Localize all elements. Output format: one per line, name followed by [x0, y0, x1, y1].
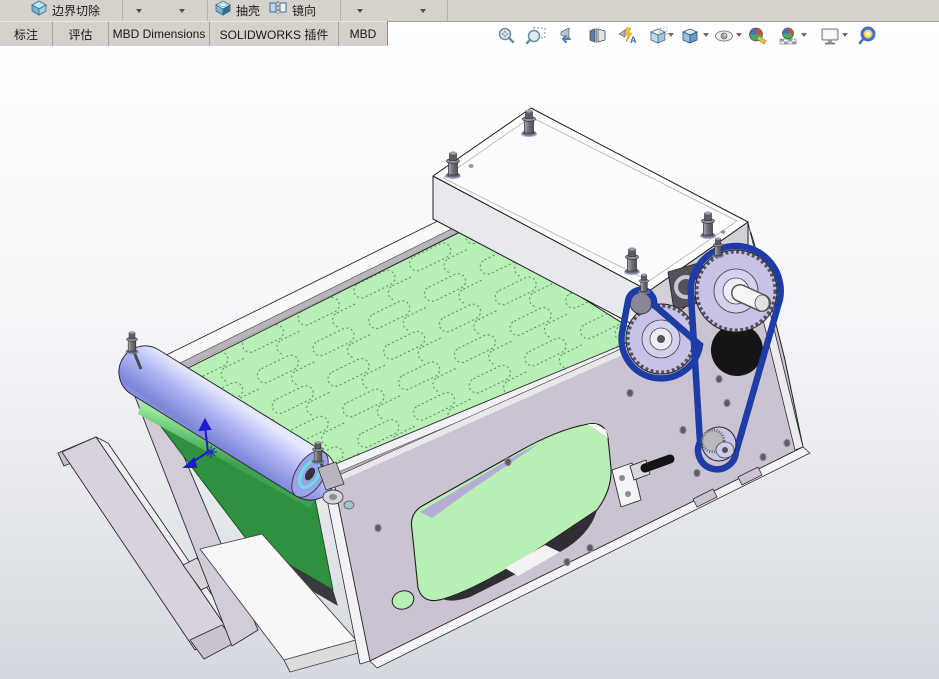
- dropdown-caret[interactable]: [420, 9, 426, 13]
- tab-mbd[interactable]: MBD: [339, 21, 387, 46]
- apply-scene-icon[interactable]: [776, 25, 800, 47]
- toolbar-separator: [122, 0, 123, 21]
- commandmanager-tabs: 标注 评估 MBD Dimensions SOLIDWORKS 插件 MBD: [0, 21, 388, 46]
- display-style-icon[interactable]: [678, 25, 702, 47]
- display-style-caret[interactable]: [703, 33, 709, 37]
- view-settings-caret[interactable]: [842, 33, 848, 37]
- boundary-cut-icon[interactable]: [30, 0, 48, 21]
- dynamic-annotation-views-icon[interactable]: A: [616, 25, 640, 47]
- boundary-cut-label[interactable]: 边界切除: [52, 2, 100, 19]
- graphics-area[interactable]: [0, 21, 939, 679]
- view-settings-icon[interactable]: [818, 25, 842, 47]
- mirror-label[interactable]: 镜向: [292, 2, 316, 19]
- zoom-to-fit-icon[interactable]: [494, 25, 518, 47]
- hide-show-items-caret[interactable]: [736, 33, 742, 37]
- mirror-icon[interactable]: [268, 0, 288, 21]
- tab-evaluate[interactable]: 评估: [53, 21, 109, 46]
- shell-icon[interactable]: [214, 0, 232, 21]
- view-orientation-icon[interactable]: [646, 25, 670, 47]
- apply-scene-caret[interactable]: [801, 33, 807, 37]
- magnifying-glass-icon[interactable]: [856, 25, 880, 47]
- feature-toolbar: 边界切除 抽壳 镜向: [0, 0, 939, 22]
- solidworks-window: 边界切除 抽壳 镜向 标注 评估 MBD Dimensions SOLIDWOR…: [0, 0, 939, 679]
- conveyor-machine-model[interactable]: [0, 21, 939, 679]
- section-view-icon[interactable]: [586, 25, 610, 47]
- dropdown-caret[interactable]: [179, 9, 185, 13]
- toolbar-separator: [447, 0, 448, 21]
- hide-show-items-icon[interactable]: [712, 25, 736, 47]
- previous-view-icon[interactable]: [552, 25, 576, 47]
- tab-annotation[interactable]: 标注: [0, 21, 53, 46]
- edit-appearance-icon[interactable]: [746, 25, 770, 47]
- svg-text:A: A: [630, 35, 637, 45]
- zoom-to-area-icon[interactable]: [524, 25, 548, 47]
- tab-mbd-dimensions[interactable]: MBD Dimensions: [109, 21, 210, 46]
- shell-label[interactable]: 抽壳: [236, 2, 260, 19]
- view-orientation-caret[interactable]: [668, 33, 674, 37]
- toolbar-separator: [207, 0, 208, 21]
- toolbar-separator: [340, 0, 341, 21]
- dropdown-caret[interactable]: [357, 9, 363, 13]
- dropdown-caret[interactable]: [136, 9, 142, 13]
- small-drive-sprocket[interactable]: [700, 426, 737, 462]
- tab-solidworks-addins[interactable]: SOLIDWORKS 插件: [210, 21, 339, 46]
